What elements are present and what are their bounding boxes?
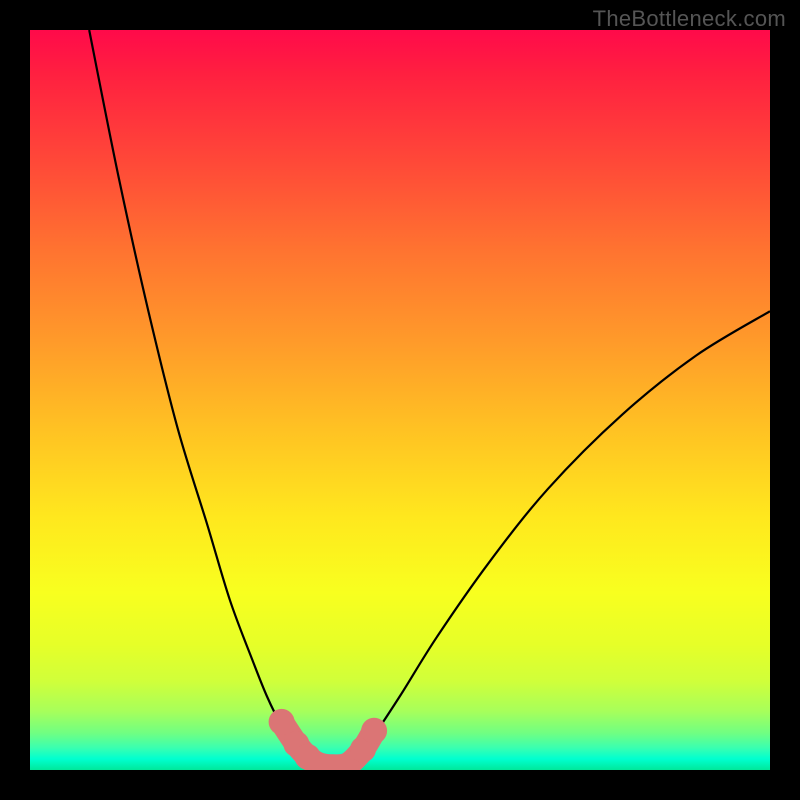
chart-container: TheBottleneck.com: [0, 0, 800, 800]
plot-area: [30, 30, 770, 770]
watermark-text: TheBottleneck.com: [593, 6, 786, 32]
left-curve: [89, 30, 326, 766]
highlight-dot: [295, 744, 321, 770]
highlight-dot: [269, 709, 295, 735]
right-curve: [348, 311, 770, 766]
highlight-dot: [361, 718, 387, 744]
curves-svg: [30, 30, 770, 770]
